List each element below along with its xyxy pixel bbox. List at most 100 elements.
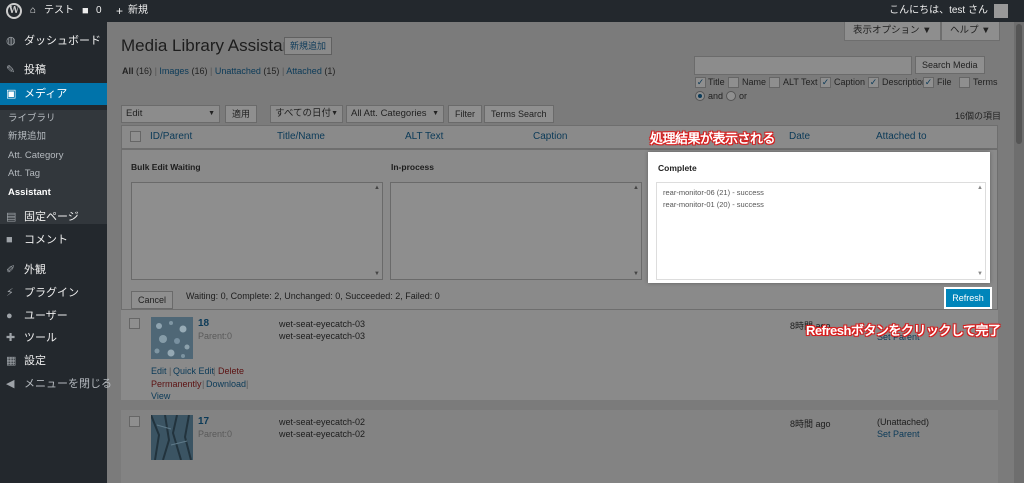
admin-sidebar: ◍ ダッシュボード ✎ 投稿 ▣ メディア ライブラリ 新規追加 Att. Categ…: [0, 22, 112, 483]
menu-tools[interactable]: ✚ ツール: [0, 327, 107, 349]
menu-pages[interactable]: ▤ 固定ページ: [0, 206, 107, 228]
radio-and[interactable]: [695, 91, 705, 101]
view-unattached[interactable]: Unattached: [215, 66, 261, 76]
scroll-up-icon[interactable]: ▲: [633, 185, 639, 191]
menu-plugins[interactable]: ⚡ プラグイン: [0, 282, 107, 304]
comment-icon: ■: [82, 5, 89, 17]
label-or: or: [739, 91, 748, 101]
column-caption[interactable]: Caption: [533, 131, 567, 142]
quick-edit-link[interactable]: Quick Edit: [173, 366, 214, 376]
comment-count[interactable]: 0: [96, 0, 102, 22]
inprocess-list[interactable]: ▲ ▼: [390, 182, 642, 280]
delete-permanently-link[interactable]: Permanently: [151, 379, 202, 389]
menu-posts[interactable]: ✎ 投稿: [0, 59, 107, 81]
column-attached-to[interactable]: Attached to: [876, 131, 927, 142]
label-alt-text: ALT Text: [783, 77, 818, 87]
search-input[interactable]: [694, 56, 912, 75]
scroll-down-icon[interactable]: ▼: [633, 271, 639, 277]
scrollbar-thumb[interactable]: [1016, 24, 1022, 144]
refresh-button[interactable]: Refresh: [944, 287, 992, 309]
submenu-library[interactable]: ライブラリ: [0, 110, 107, 128]
page-scrollbar[interactable]: [1014, 22, 1024, 483]
checkbox-terms[interactable]: [959, 77, 970, 88]
menu-users[interactable]: ● ユーザー: [0, 305, 107, 327]
column-title-name[interactable]: Title/Name: [277, 131, 325, 142]
submenu-add-new[interactable]: 新規追加: [0, 128, 107, 146]
count: (16): [136, 66, 153, 76]
column-alt-text[interactable]: ALT Text: [405, 131, 443, 142]
date-filter-select[interactable]: すべての日付 ▼: [270, 105, 343, 123]
label-description: Description: [882, 77, 928, 87]
menu-media[interactable]: ▣ メディア: [0, 83, 107, 105]
menu-label: プラグイン: [24, 287, 79, 299]
submenu-assistant[interactable]: Assistant: [0, 184, 107, 202]
submenu-att-tag[interactable]: Att. Tag: [0, 165, 107, 183]
screen-options-button[interactable]: 表示オプション ▼: [844, 22, 941, 41]
menu-comments[interactable]: ■ コメント: [0, 229, 107, 251]
view-all[interactable]: All: [122, 66, 134, 76]
checkbox-alt-text[interactable]: [769, 77, 780, 88]
greeting-link[interactable]: こんにちは、test さん: [889, 0, 988, 22]
view-link[interactable]: View: [151, 391, 170, 401]
chevron-down-icon: ▼: [208, 110, 215, 117]
inprocess-heading: In-process: [391, 162, 434, 172]
plugin-icon: ⚡: [6, 287, 14, 299]
attachment-title: wet-seat-eyecatch-03: [279, 319, 366, 329]
delete-link[interactable]: Delete: [218, 366, 244, 376]
checkbox-description[interactable]: ✓: [868, 77, 879, 88]
count: (15): [263, 66, 280, 76]
waiting-list[interactable]: ▲ ▼: [131, 182, 383, 280]
thumbnail-image[interactable]: [151, 415, 193, 460]
help-button[interactable]: ヘルプ ▼: [941, 22, 1000, 41]
select-all-checkbox[interactable]: [130, 131, 141, 142]
label-terms: Terms: [973, 77, 998, 87]
menu-collapse[interactable]: ◀ メニューを閉じる: [0, 373, 112, 395]
apply-button[interactable]: 適用: [225, 105, 258, 123]
checkbox-name[interactable]: [728, 77, 739, 88]
scroll-up-icon[interactable]: ▲: [374, 185, 380, 191]
terms-search-button[interactable]: Terms Search: [484, 105, 554, 123]
checkbox-title[interactable]: ✓: [695, 77, 706, 88]
attachment-date: 8時間 ago: [790, 419, 831, 429]
view-attached[interactable]: Attached: [286, 66, 322, 76]
row-checkbox[interactable]: [129, 416, 140, 427]
checkbox-file[interactable]: ✓: [923, 77, 934, 88]
view-images[interactable]: Images: [159, 66, 189, 76]
scroll-down-icon[interactable]: ▼: [374, 271, 380, 277]
label-title: Title: [708, 77, 725, 87]
avatar[interactable]: [994, 4, 1008, 18]
wordpress-logo-icon[interactable]: W: [6, 3, 22, 19]
set-parent-link[interactable]: Set Parent: [877, 429, 920, 439]
menu-label: 固定ページ: [24, 211, 79, 223]
new-content-link[interactable]: 新規: [128, 0, 148, 22]
category-filter-select[interactable]: All Att. Categories ▼: [346, 105, 444, 123]
search-media-button[interactable]: Search Media: [915, 56, 985, 74]
site-name-link[interactable]: テスト: [44, 0, 74, 22]
complete-list[interactable]: rear-monitor-06 (21) - success rear-moni…: [656, 182, 986, 280]
bulk-action-select[interactable]: Edit ▼: [121, 105, 220, 123]
submenu-att-category[interactable]: Att. Category: [0, 147, 107, 165]
row-checkbox[interactable]: [129, 318, 140, 329]
column-date[interactable]: Date: [789, 131, 810, 142]
filter-button[interactable]: Filter: [448, 105, 482, 123]
edit-link[interactable]: Edit: [151, 366, 167, 376]
thumbnail-image[interactable]: [151, 317, 193, 359]
attachment-id[interactable]: 18: [198, 318, 209, 329]
home-icon: ⌂: [30, 5, 37, 16]
scroll-down-icon[interactable]: ▼: [977, 271, 983, 277]
scroll-up-icon[interactable]: ▲: [977, 185, 983, 191]
menu-dashboard[interactable]: ◍ ダッシュボード: [0, 30, 107, 52]
appearance-icon: ✐: [6, 264, 16, 276]
add-new-button[interactable]: 新規追加: [284, 37, 333, 55]
menu-appearance[interactable]: ✐ 外観: [0, 259, 107, 281]
chevron-down-icon: ▼: [432, 110, 439, 117]
download-link[interactable]: Download: [206, 379, 246, 389]
cancel-button[interactable]: Cancel: [131, 291, 174, 309]
checkbox-caption[interactable]: ✓: [820, 77, 831, 88]
menu-label: ユーザー: [24, 310, 68, 322]
column-id-parent[interactable]: ID/Parent: [150, 131, 192, 142]
menu-settings[interactable]: ▦ 設定: [0, 350, 107, 372]
count: (16): [191, 66, 208, 76]
radio-or[interactable]: [726, 91, 736, 101]
attachment-id[interactable]: 17: [198, 416, 209, 427]
